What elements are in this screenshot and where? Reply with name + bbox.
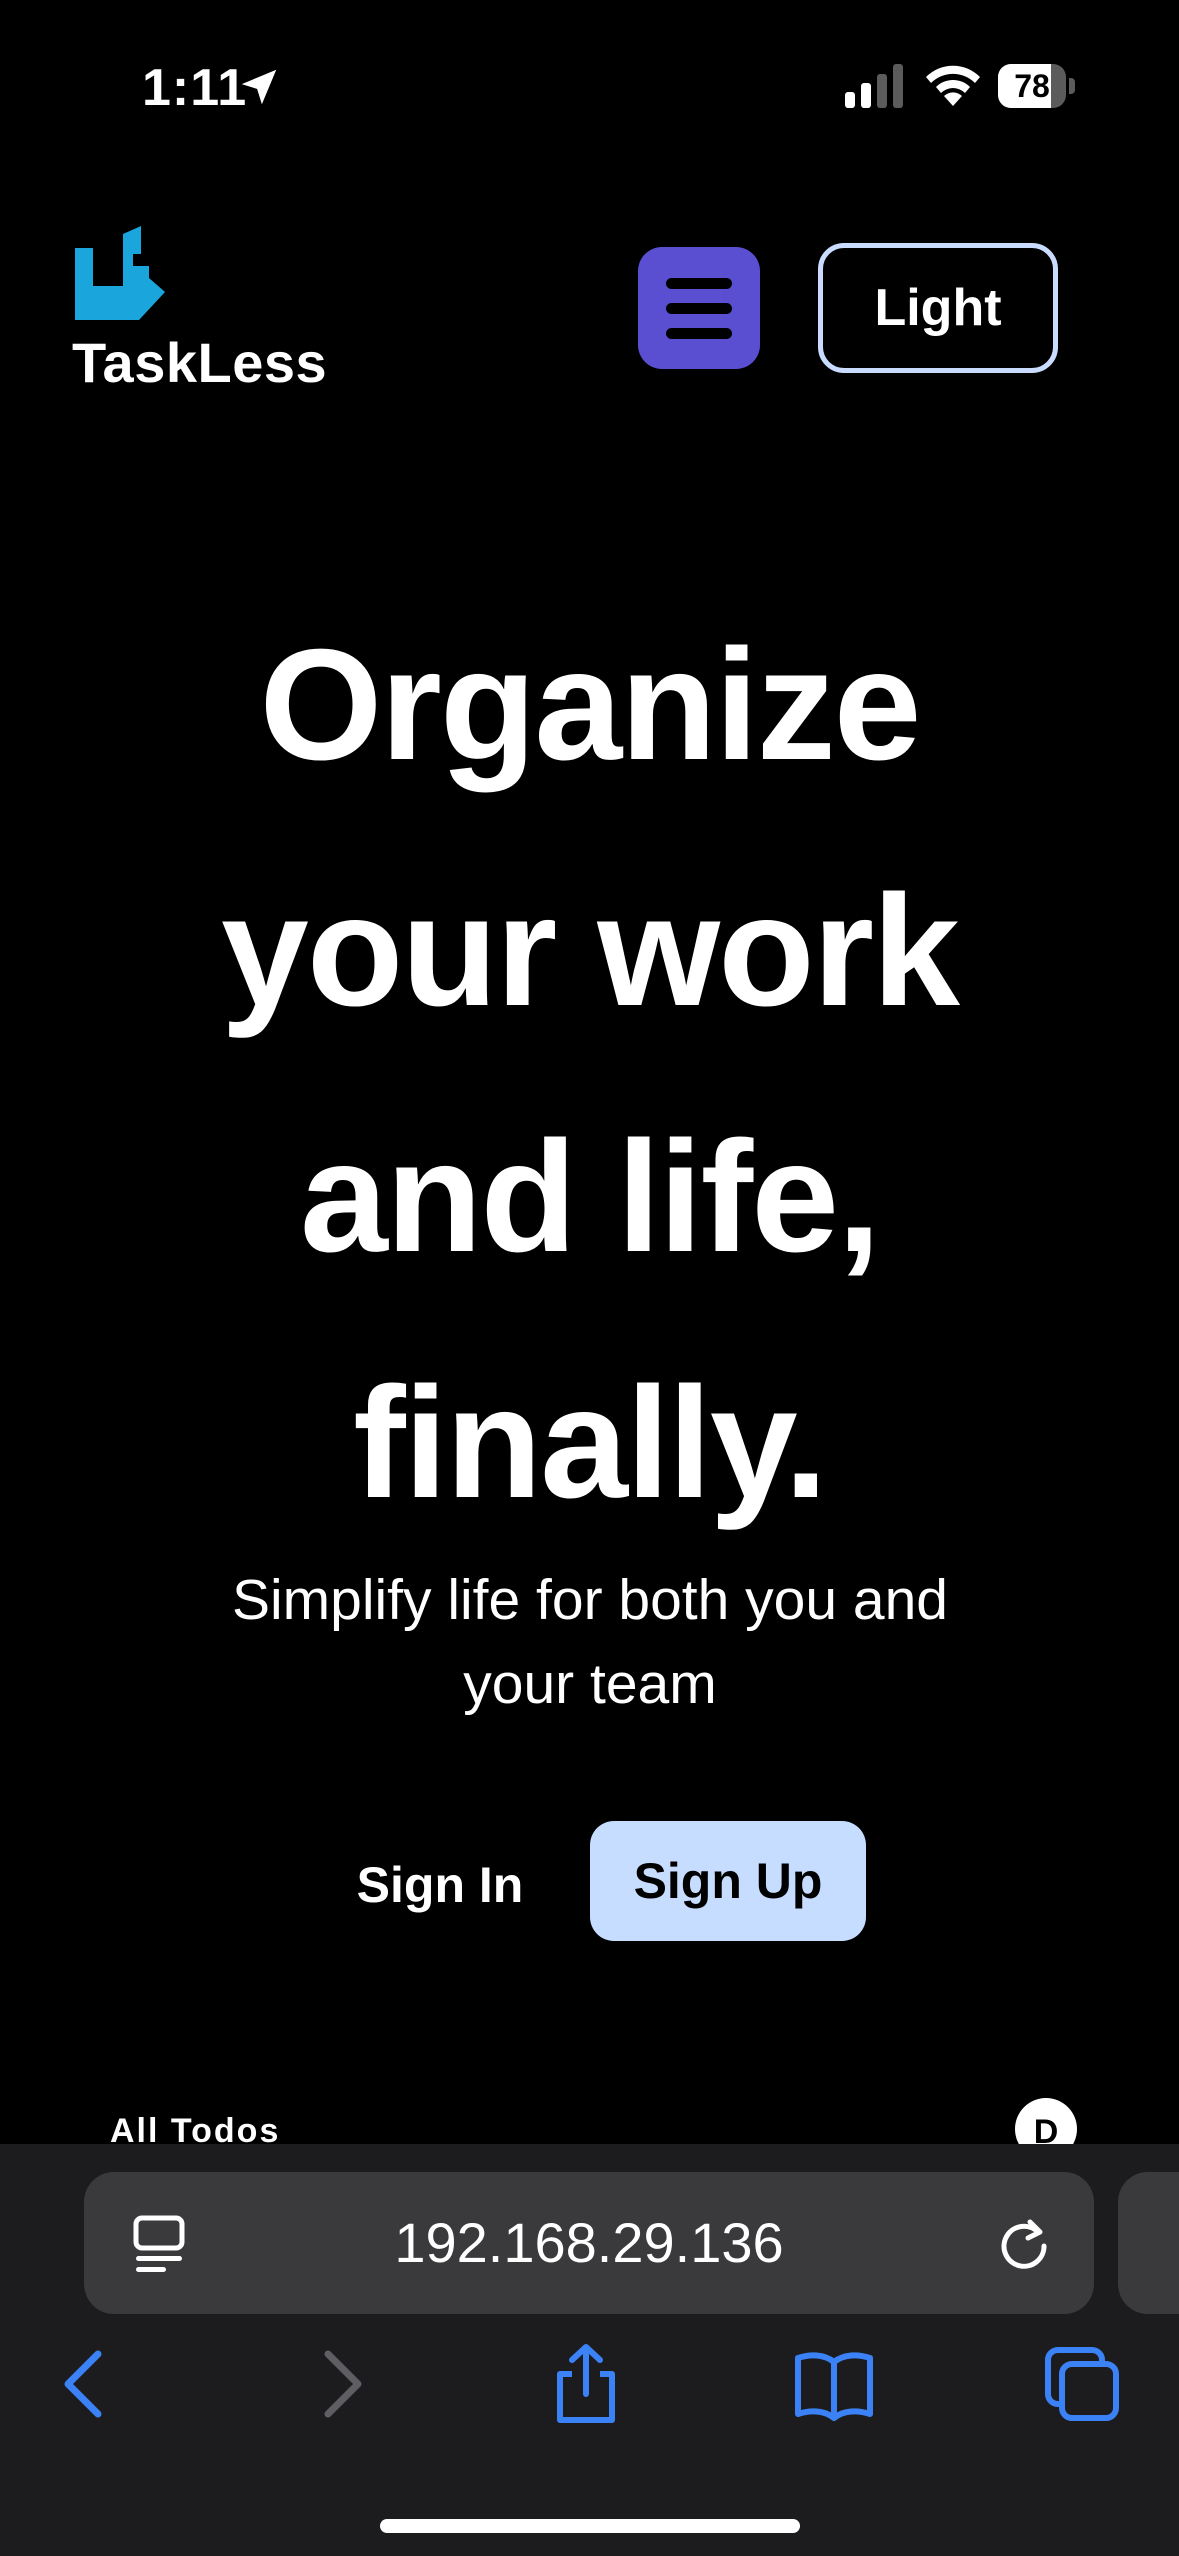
bookmarks-icon[interactable] bbox=[794, 2344, 874, 2424]
url-text: 192.168.29.136 bbox=[394, 2211, 784, 2274]
address-bar[interactable]: 192.168.29.136 bbox=[84, 2172, 1094, 2314]
battery-icon: 78 bbox=[998, 64, 1076, 108]
back-icon[interactable] bbox=[46, 2344, 126, 2424]
theme-toggle-button[interactable]: Light bbox=[818, 243, 1058, 373]
hero-title-line: your work bbox=[220, 863, 960, 1039]
tabs-icon[interactable] bbox=[1042, 2344, 1122, 2424]
cellular-signal-icon bbox=[845, 64, 903, 108]
browser-toolbar: 192.168.29.136 bbox=[0, 2144, 1179, 2556]
status-bar: 1:11 78 bbox=[0, 0, 1179, 150]
menu-button[interactable] bbox=[638, 247, 760, 369]
location-arrow-icon bbox=[241, 69, 277, 105]
battery-percent: 78 bbox=[1014, 68, 1050, 104]
share-icon[interactable] bbox=[546, 2344, 626, 2424]
home-indicator bbox=[380, 2519, 800, 2533]
wifi-icon bbox=[926, 65, 980, 106]
reload-icon[interactable] bbox=[994, 2214, 1054, 2274]
status-time: 1:11 bbox=[142, 59, 248, 117]
hero-title-line: Organize bbox=[259, 617, 921, 793]
sign-in-button[interactable]: Sign In bbox=[340, 1845, 540, 1925]
forward-icon[interactable] bbox=[300, 2344, 380, 2424]
hero-title-line: and life, bbox=[300, 1109, 881, 1285]
hero-subtitle-line: Simplify life for both you and bbox=[231, 1568, 949, 1632]
brand-name[interactable]: TaskLess bbox=[72, 330, 327, 395]
hero-subtitle-line: your team bbox=[463, 1652, 717, 1716]
sign-up-button[interactable]: Sign Up bbox=[590, 1821, 866, 1941]
taskless-logo-icon bbox=[75, 226, 165, 320]
hero-title-line: finally. bbox=[353, 1355, 828, 1531]
hero-title: Organize your work and life, finally. bbox=[0, 582, 1179, 1566]
next-tab-preview[interactable] bbox=[1118, 2172, 1179, 2314]
hero-subtitle: Simplify life for both you and your team bbox=[190, 1558, 990, 1726]
